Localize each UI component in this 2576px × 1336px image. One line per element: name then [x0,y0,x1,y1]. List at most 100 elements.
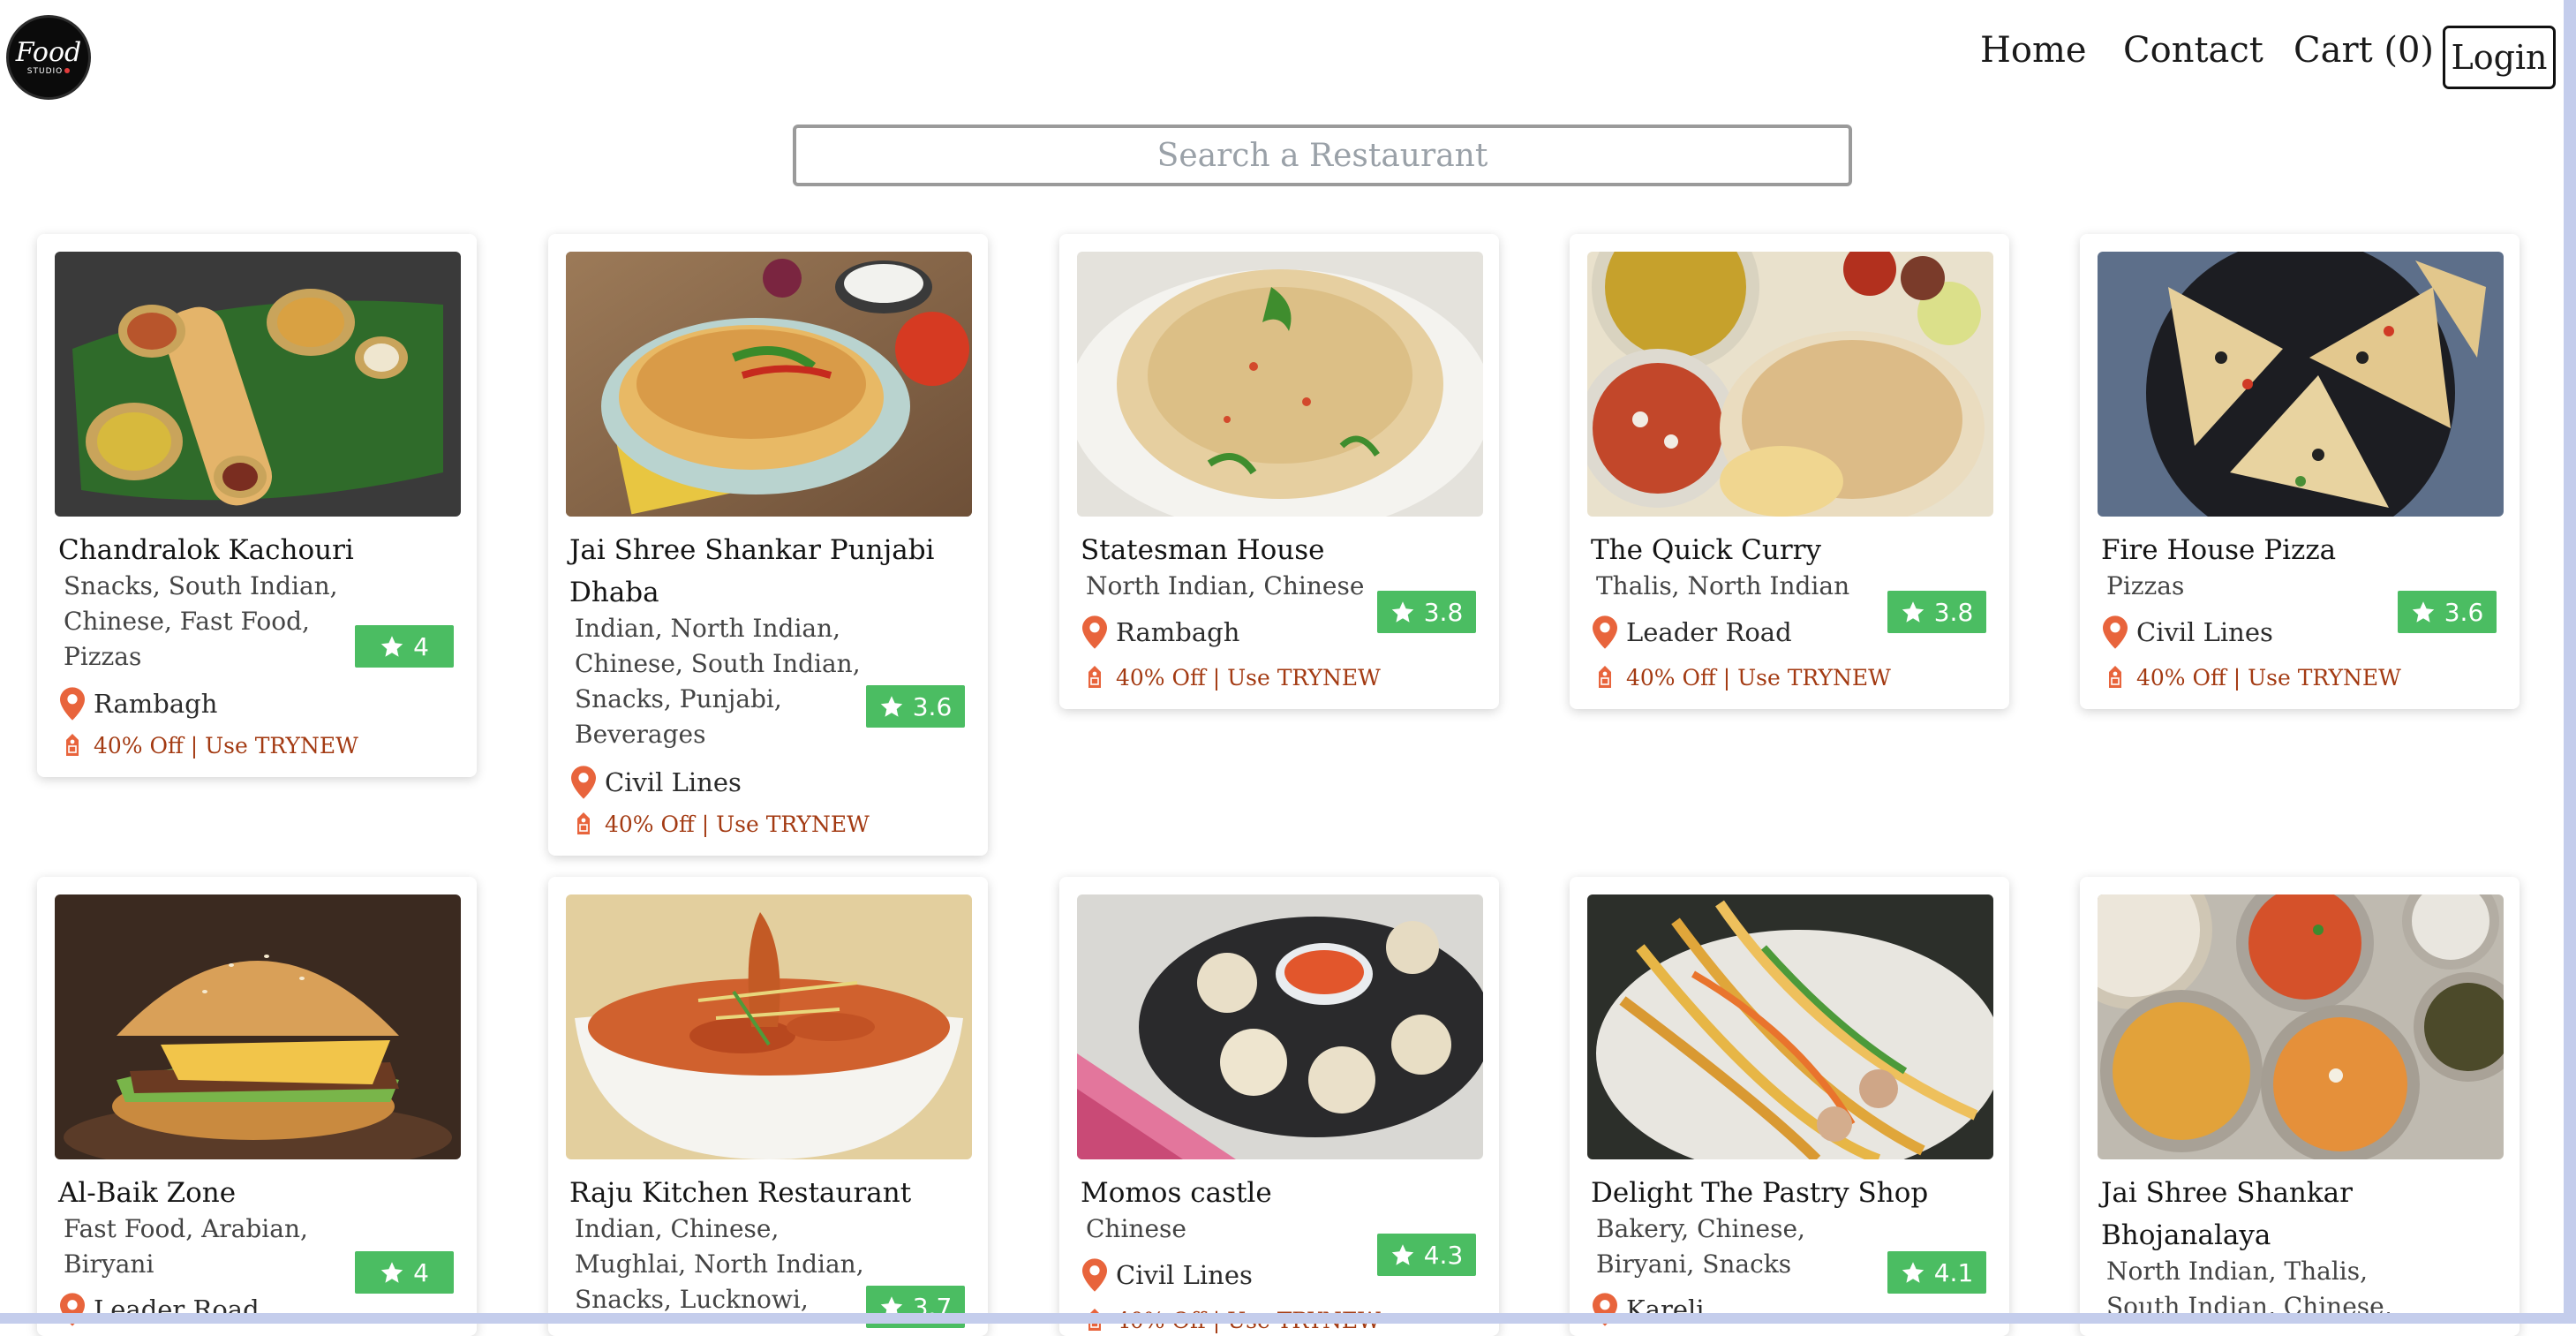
location-text: Civil Lines [1116,1260,1253,1290]
restaurant-card[interactable]: Jai Shree Shankar Punjabi Dhaba Indian, … [548,234,988,856]
restaurant-card[interactable]: Fire House Pizza Pizzas 3.6 Civil Lines … [2080,234,2520,709]
restaurant-name: Jai Shree Shankar Punjabi Dhaba [569,534,935,608]
restaurant-cuisines: Pizzas [2106,571,2185,600]
rating-badge: 4 [355,625,454,668]
restaurant-card[interactable]: Delight The Pastry Shop Bakery, Chinese,… [1570,877,2009,1336]
restaurant-cuisines: North Indian, Chinese [1086,571,1365,600]
restaurant-location: Rambagh [1082,613,1239,652]
restaurant-location: Civil Lines [2103,613,2273,652]
offer-tag-icon [577,812,590,834]
restaurant-photo [55,252,461,517]
restaurant-offer: 40% Off | Use TRYNEW [2106,661,2401,693]
restaurant-cuisines: Chinese [1086,1214,1186,1243]
offer-tag-icon [2109,666,2121,688]
location-text: Rambagh [1116,617,1240,647]
restaurant-cuisines: Snacks, South Indian, Chinese, Fast Food… [64,571,338,671]
restaurant-cuisines: Thalis, North Indian [1596,571,1850,600]
star-icon [380,635,403,657]
restaurant-photo [2098,252,2504,517]
restaurant-cuisines: Indian, Chinese, Mughlai, North Indian, … [575,1214,864,1314]
restaurant-name: Delight The Pastry Shop [1591,1177,1929,1209]
rating-value: 3.6 [2444,597,2484,627]
restaurant-name: Statesman House [1081,534,1325,566]
restaurant-card[interactable]: Jai Shree Shankar Bhojanalaya North Indi… [2080,877,2520,1336]
restaurant-card[interactable]: Raju Kitchen Restaurant Indian, Chinese,… [548,877,988,1336]
location-pin-icon [60,687,85,721]
search-input[interactable] [793,125,1852,186]
restaurant-name: Al-Baik Zone [58,1177,237,1209]
logo[interactable]: Food STUDIO [6,15,91,100]
restaurant-name: Momos castle [1081,1177,1272,1209]
star-icon [1902,600,1924,623]
restaurant-name: Jai Shree Shankar Bhojanalaya [2101,1177,2353,1251]
rating-badge: 3.6 [866,685,965,728]
rating-badge: 4 [355,1251,454,1294]
star-icon [1391,600,1413,623]
rating-badge: 4.1 [1887,1251,1986,1294]
restaurant-offer: 40% Off | Use TRYNEW [64,729,358,761]
rating-value: 3.8 [1423,597,1464,627]
scrollbar-track[interactable] [2564,0,2576,1324]
star-icon [2412,600,2434,623]
rating-value: 4.1 [1933,1257,1974,1287]
restaurant-photo [566,894,972,1159]
offer-text: 40% Off | Use TRYNEW [94,732,358,759]
location-pin-icon [2103,615,2128,649]
nav-cart-link[interactable]: Cart (0) [2294,28,2434,72]
restaurant-offer: 40% Off | Use TRYNEW [575,808,870,840]
nav-home-link[interactable]: Home [1980,28,2087,72]
restaurant-card[interactable]: Momos castle Chinese 4.3 Civil Lines 40%… [1059,877,1499,1336]
star-icon [1902,1261,1924,1283]
login-button[interactable]: Login [2443,26,2556,89]
rating-value: 4.3 [1423,1240,1464,1270]
location-text: Civil Lines [605,767,742,797]
offer-tag-icon [1088,666,1101,688]
restaurant-photo [55,894,461,1159]
logo-wordmark: Food [15,36,82,68]
offer-tag-icon [1599,666,1611,688]
restaurant-location: Civil Lines [571,763,742,802]
rating-value: 4 [413,631,429,661]
offer-text: 40% Off | Use TRYNEW [2136,664,2401,691]
rating-badge: 3.8 [1377,591,1476,633]
location-text: Civil Lines [2136,617,2273,647]
star-icon [880,695,902,717]
restaurant-card[interactable]: Al-Baik Zone Fast Food, Arabian, Biryani… [37,877,477,1336]
offer-text: 40% Off | Use TRYNEW [1116,664,1381,691]
restaurant-photo [1077,252,1483,517]
location-pin-icon [1082,1258,1107,1292]
restaurant-offer: 40% Off | Use TRYNEW [1086,661,1381,693]
star-icon [1391,1243,1413,1265]
restaurant-photo [566,252,972,517]
restaurant-name: Chandralok Kachouri [58,534,354,566]
restaurant-location: Civil Lines [1082,1256,1253,1294]
restaurant-card[interactable]: Chandralok Kachouri Snacks, South Indian… [37,234,477,777]
rating-value: 3.6 [912,691,953,721]
restaurant-cuisines: Indian, North Indian, Chinese, South Ind… [575,614,861,749]
restaurant-card[interactable]: Statesman House North Indian, Chinese 3.… [1059,234,1499,709]
rating-value: 3.8 [1933,597,1974,627]
restaurant-cuisines: Bakery, Chinese, Biryani, Snacks [1596,1214,1805,1279]
location-pin-icon [571,766,596,799]
restaurant-name: Raju Kitchen Restaurant [569,1177,912,1209]
horizontal-scrollbar[interactable] [0,1313,2576,1324]
location-text: Leader Road [1626,617,1792,647]
restaurant-photo [1587,894,1993,1159]
restaurant-name: The Quick Curry [1591,534,1821,566]
restaurant-name: Fire House Pizza [2101,534,2337,566]
location-text: Rambagh [94,689,218,719]
restaurant-photo [1077,894,1483,1159]
restaurant-card[interactable]: The Quick Curry Thalis, North Indian 3.8… [1570,234,2009,709]
offer-tag-icon [66,734,79,756]
offer-text: 40% Off | Use TRYNEW [605,811,870,837]
rating-value: 4 [413,1257,429,1287]
offer-text: 40% Off | Use TRYNEW [1626,664,1891,691]
rating-badge: 4.3 [1377,1234,1476,1276]
restaurant-photo [2098,894,2504,1159]
restaurant-cuisines: Fast Food, Arabian, Biryani [64,1214,308,1279]
restaurant-location: Leader Road [1593,613,1792,652]
rating-badge: 3.8 [1887,591,1986,633]
nav-contact-link[interactable]: Contact [2123,28,2263,72]
restaurant-photo [1587,252,1993,517]
location-pin-icon [1082,615,1107,649]
